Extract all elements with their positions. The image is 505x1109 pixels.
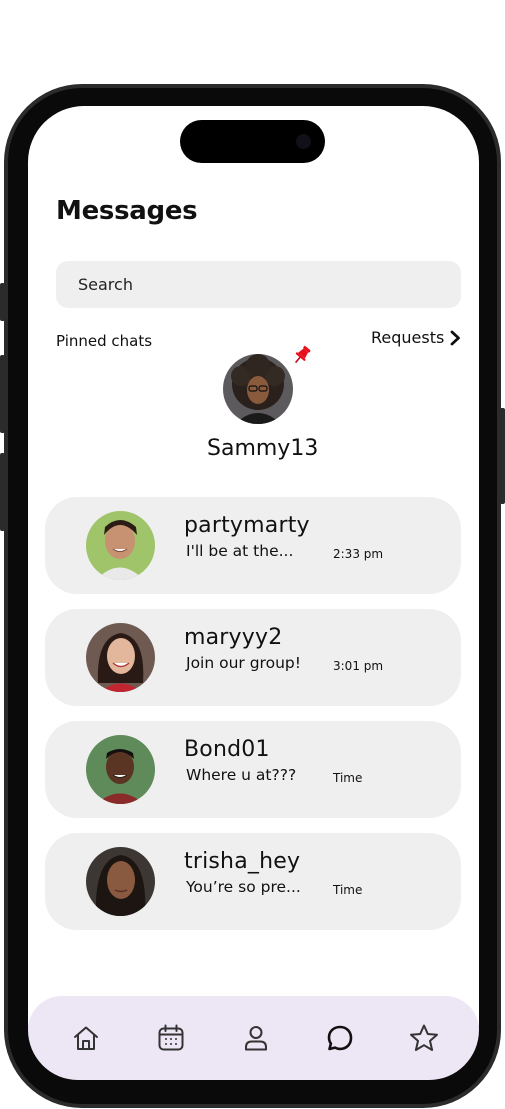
pinned-user-avatar[interactable] [223,354,293,424]
chat-item-bond01[interactable]: Bond01 Where u at??? Time [45,721,461,818]
search-input[interactable] [56,261,461,308]
camera-icon [296,134,311,149]
volume-down-button [0,453,5,531]
chat-item-preview: You’re so pre... [186,878,301,896]
pushpin-icon [294,345,311,364]
tab-profile[interactable] [240,1022,272,1054]
chat-item-name: Bond01 [184,737,270,762]
chat-item-name: partymarty [184,513,310,538]
dynamic-island [180,120,325,163]
profile-icon [245,1026,267,1051]
chat-item-time: 3:01 pm [333,659,384,673]
chat-item-partymarty[interactable]: partymarty I'll be at the... 2:33 pm [45,497,461,594]
chat-item-time: Time [333,883,363,897]
chat-item-name: maryyy2 [184,625,283,650]
tab-calendar[interactable] [155,1022,187,1054]
action-button [0,283,5,321]
chat-item-trisha-hey[interactable]: trisha_hey You’re so pre... Time [45,833,461,930]
chat-item-maryyy2[interactable]: maryyy2 Join our group! 3:01 pm [45,609,461,706]
avatar [86,623,155,692]
star-icon [410,1024,438,1051]
requests-label: Requests [371,328,445,347]
chat-bubble-icon [327,1025,353,1051]
chevron-right-icon [450,330,461,345]
volume-up-button [0,355,5,433]
chat-item-preview: Join our group! [186,654,301,672]
pinned-user-name: Sammy13 [207,436,319,461]
page-title: Messages [56,196,198,226]
avatar [86,511,155,580]
avatar [86,735,155,804]
pinned-chats-label: Pinned chats [56,332,153,350]
chat-item-preview: Where u at??? [186,766,297,784]
tab-favorites[interactable] [408,1022,440,1054]
chat-item-time: 2:33 pm [333,547,384,561]
chat-item-name: trisha_hey [184,849,301,874]
home-icon [74,1026,98,1050]
calendar-icon [158,1024,184,1051]
tab-home[interactable] [70,1022,102,1054]
tab-messages[interactable] [324,1022,356,1054]
requests-link[interactable]: Requests [371,328,461,347]
chat-item-time: Time [333,771,363,785]
avatar [86,847,155,916]
chat-item-preview: I'll be at the... [186,542,294,560]
power-button [500,408,505,504]
